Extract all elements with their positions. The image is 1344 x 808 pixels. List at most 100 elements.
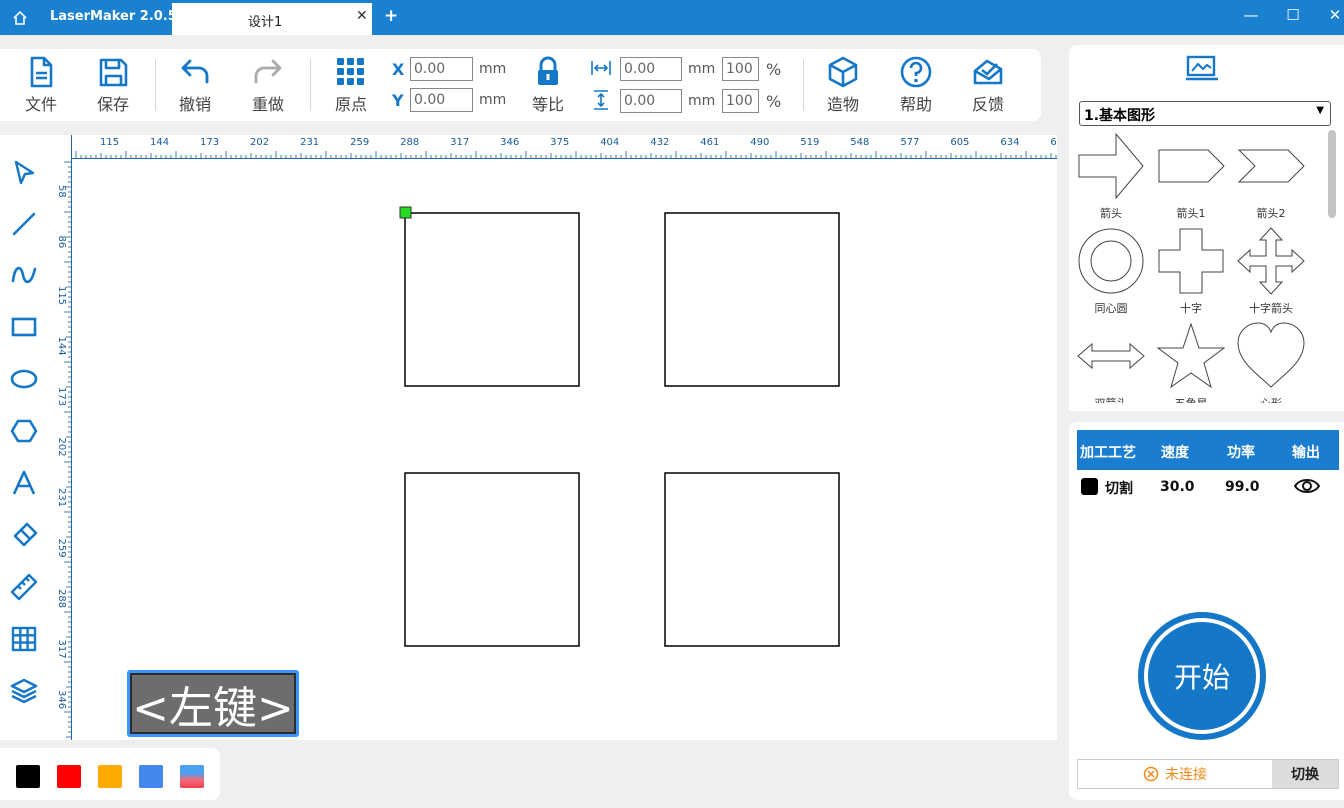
y-position-input[interactable]: [410, 88, 473, 112]
select-tool[interactable]: [6, 155, 42, 191]
square-shape[interactable]: [664, 472, 840, 647]
shape-item-double-arrow[interactable]: 双箭头: [1075, 321, 1147, 411]
line-tool[interactable]: [6, 206, 42, 242]
color-swatch-blue[interactable]: [139, 765, 163, 788]
curve-icon: [11, 266, 37, 284]
ruler-label: 548: [850, 137, 869, 148]
width-percent-input[interactable]: [722, 57, 759, 81]
width-unit: mm: [688, 61, 716, 77]
ellipse-tool[interactable]: [6, 361, 42, 397]
height-percent-input[interactable]: [722, 89, 759, 113]
redo-button[interactable]: 重做: [238, 55, 298, 117]
process-name: 切割: [1105, 481, 1133, 497]
measure-tool[interactable]: [6, 569, 42, 605]
home-icon[interactable]: [0, 0, 40, 35]
ruler-label: 58: [56, 185, 67, 198]
help-label: 帮助: [899, 95, 932, 114]
toolbar-divider: [310, 59, 311, 111]
x-unit: mm: [479, 61, 507, 77]
square-shape[interactable]: [404, 472, 580, 647]
file-button[interactable]: 文件: [11, 55, 71, 117]
x-label: X: [392, 60, 405, 79]
color-swatch-image[interactable]: [180, 765, 204, 788]
left-click-hint-text: <左键>: [130, 673, 296, 734]
help-button[interactable]: 帮助: [886, 55, 946, 117]
rectangle-tool[interactable]: [6, 309, 42, 345]
shape-library-panel: 1.基本图形 ▼ 箭头 箭头1 箭头2 同心圆 十字 十字箭头 双箭头 五角星 …: [1069, 45, 1344, 411]
eraser-tool[interactable]: [6, 517, 42, 553]
ruler-label: 432: [650, 137, 669, 148]
add-tab-button[interactable]: +: [384, 6, 398, 26]
shape-item-cross[interactable]: 十字: [1155, 226, 1227, 316]
shape-item-arrow[interactable]: 箭头: [1075, 131, 1147, 221]
layers-tool[interactable]: [6, 673, 42, 709]
feedback-button[interactable]: 反馈: [958, 55, 1018, 117]
height-input[interactable]: [620, 89, 682, 113]
shape-item-heart[interactable]: 心形: [1235, 321, 1307, 411]
y-unit: mm: [479, 92, 507, 108]
minimize-button[interactable]: —: [1236, 6, 1266, 24]
header-speed: 速度: [1161, 445, 1189, 461]
lock-ratio-button[interactable]: 等比: [518, 55, 578, 117]
vertical-ruler: 5886115144173202231259288317346375: [48, 135, 72, 740]
shape-item-arrow2[interactable]: 箭头2: [1235, 131, 1307, 221]
maximize-button[interactable]: ☐: [1278, 6, 1308, 24]
header-power: 功率: [1227, 445, 1255, 461]
selection-handle[interactable]: [399, 206, 412, 219]
arrow1-shape-icon: [1158, 149, 1225, 183]
square-shape[interactable]: [664, 212, 840, 387]
color-swatch-orange[interactable]: [98, 765, 122, 788]
ruler-label: 346: [500, 137, 519, 148]
save-button[interactable]: 保存: [83, 55, 143, 117]
file-label: 文件: [24, 95, 57, 114]
shape-item-cross-arrow[interactable]: 十字箭头: [1235, 226, 1307, 316]
curve-tool[interactable]: [6, 257, 42, 293]
design-canvas[interactable]: [72, 159, 1057, 740]
shape-label: 十字箭头: [1249, 302, 1293, 315]
undo-icon: [181, 59, 209, 84]
process-row[interactable]: 切割 30.0 99.0: [1077, 474, 1339, 504]
shape-label: 箭头: [1100, 207, 1122, 220]
undo-button[interactable]: 撤销: [165, 55, 225, 117]
x-position-input[interactable]: [410, 57, 473, 81]
tab-design[interactable]: 设计1 ✕: [172, 3, 372, 35]
origin-grid-icon: [337, 58, 364, 85]
width-icon: [591, 61, 611, 75]
help-icon: [900, 56, 932, 88]
concentric-circle-shape-icon: [1078, 228, 1144, 294]
left-click-hint: <左键>: [127, 670, 299, 737]
height-icon: [594, 90, 608, 110]
square-shape[interactable]: [404, 212, 580, 387]
height-percent-sign: %: [766, 92, 782, 111]
toolbar-divider: [803, 59, 804, 111]
tab-close-icon[interactable]: ✕: [356, 8, 368, 24]
shape-category-value: 1.基本图形: [1084, 108, 1156, 124]
process-table-header: 加工工艺 速度 功率 输出: [1077, 430, 1339, 470]
switch-button[interactable]: 切换: [1272, 760, 1338, 788]
text-tool[interactable]: [6, 465, 42, 501]
start-button[interactable]: 开始: [1148, 622, 1256, 730]
connection-status[interactable]: 未连接: [1078, 760, 1272, 788]
shape-item-star[interactable]: 五角星: [1155, 321, 1227, 411]
shape-category-select[interactable]: 1.基本图形 ▼: [1079, 101, 1331, 126]
array-tool[interactable]: [6, 621, 42, 657]
disconnected-icon: [1143, 766, 1159, 782]
color-swatch-red[interactable]: [57, 765, 81, 788]
shape-item-concentric-circle[interactable]: 同心圆: [1075, 226, 1147, 316]
layer-color-indicator: [1081, 478, 1098, 495]
color-swatch-black[interactable]: [16, 765, 40, 788]
origin-button[interactable]: 原点: [321, 55, 381, 117]
shape-item-arrow1[interactable]: 箭头1: [1155, 131, 1227, 221]
ruler-label: 86: [56, 236, 67, 249]
build-button[interactable]: 造物: [813, 55, 873, 117]
origin-label: 原点: [334, 95, 367, 114]
ruler-label: 202: [250, 137, 269, 148]
width-input[interactable]: [620, 57, 682, 81]
polygon-tool[interactable]: [6, 413, 42, 449]
image-icon[interactable]: [1185, 55, 1219, 81]
line-icon: [12, 212, 36, 236]
eraser-icon: [13, 522, 38, 547]
close-window-button[interactable]: ✕: [1320, 6, 1344, 24]
shape-list-scrollbar[interactable]: [1328, 130, 1336, 218]
eye-icon[interactable]: [1294, 477, 1320, 495]
